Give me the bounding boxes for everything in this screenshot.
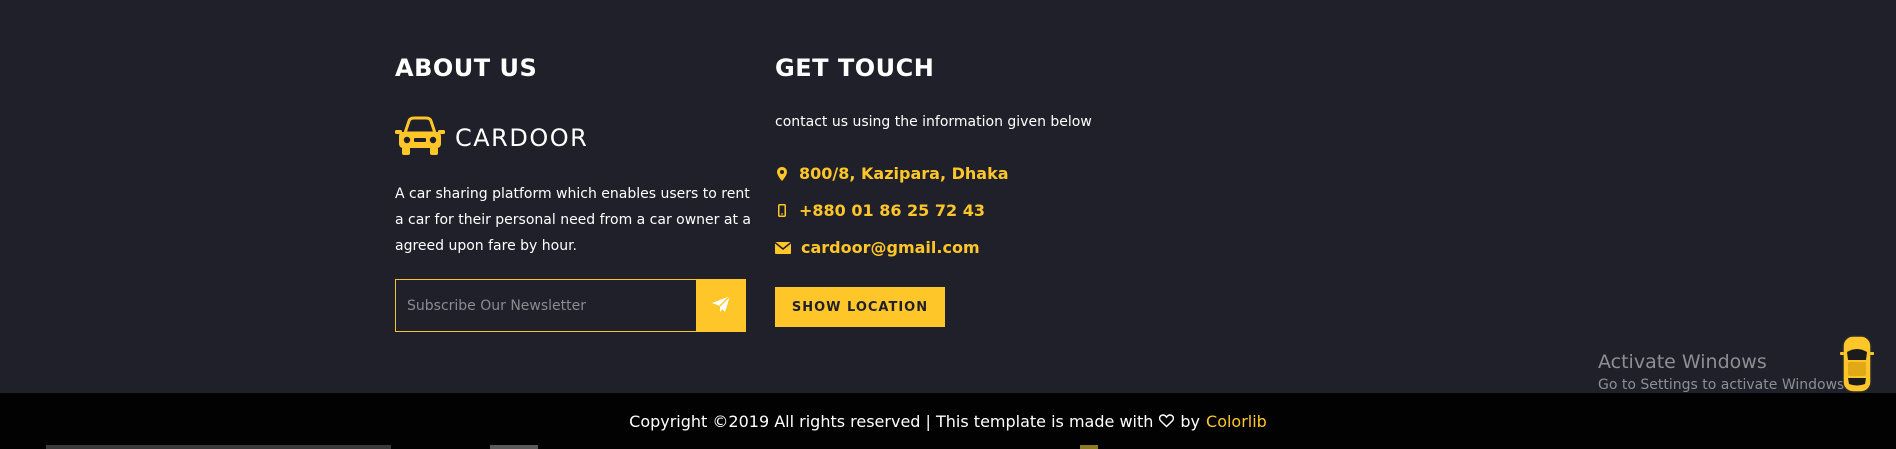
copyright-text: Copyright ©2019 All rights reserved | Th… [629, 411, 1154, 431]
contact-intro: contact us using the information given b… [775, 114, 1092, 130]
brand-logo[interactable]: CARDOOR [395, 116, 588, 160]
newsletter-email-input[interactable] [395, 279, 696, 332]
car-front-icon [395, 116, 445, 160]
heart-outline-icon [1159, 414, 1175, 428]
email-text: cardoor@gmail.com [801, 238, 980, 257]
scroll-to-top-button[interactable] [1840, 334, 1874, 398]
watermark-title: Activate Windows [1598, 351, 1767, 373]
copyright-bar: Copyright ©2019 All rights reserved | Th… [0, 393, 1896, 449]
contact-title: GET TOUCH [775, 54, 935, 82]
bottom-edge-strip [46, 445, 391, 449]
newsletter-form [395, 279, 746, 332]
newsletter-submit-button[interactable] [696, 279, 746, 332]
phone-text: +880 01 86 25 72 43 [799, 201, 985, 220]
show-location-button[interactable]: SHOW LOCATION [775, 287, 945, 327]
address-text: 800/8, Kazipara, Dhaka [799, 164, 1009, 183]
footer: ABOUT US CARDOOR A car sharing platform … [0, 0, 1896, 393]
map-marker-icon [775, 166, 789, 181]
mobile-phone-icon [775, 204, 789, 217]
about-title: ABOUT US [395, 54, 538, 82]
contact-phone[interactable]: +880 01 86 25 72 43 [775, 201, 985, 220]
copyright-by: by [1180, 411, 1201, 431]
brand-name: CARDOOR [455, 124, 589, 152]
envelope-icon [775, 241, 791, 254]
watermark-subtitle: Go to Settings to activate Windows. [1598, 377, 1849, 393]
about-description: A car sharing platform which enables use… [395, 186, 751, 254]
bottom-edge-strip [1080, 445, 1098, 449]
colorlib-link[interactable]: Colorlib [1206, 412, 1267, 431]
windows-activation-watermark: Activate Windows Go to Settings to activ… [1598, 351, 1849, 393]
contact-email[interactable]: cardoor@gmail.com [775, 238, 980, 257]
contact-address: 800/8, Kazipara, Dhaka [775, 164, 1009, 183]
paper-plane-icon [711, 295, 731, 316]
bottom-edge-strip [490, 445, 538, 449]
